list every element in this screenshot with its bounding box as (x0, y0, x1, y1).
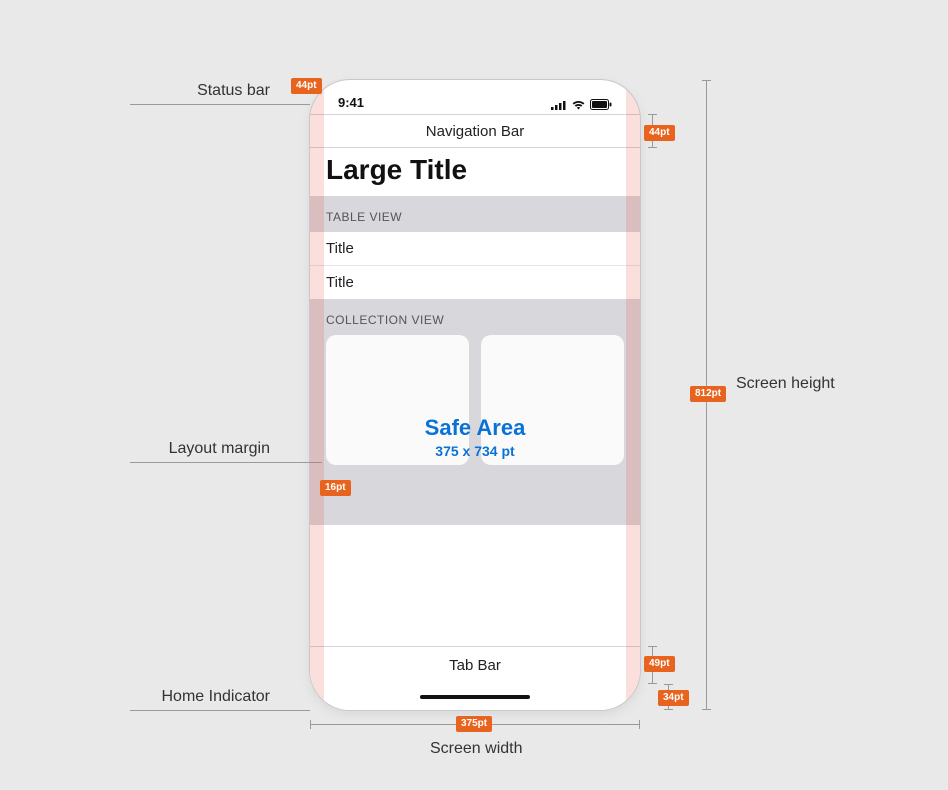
leader-home-indicator (130, 710, 310, 711)
table-view: Title Title (310, 232, 640, 299)
layout-margin-right (626, 80, 640, 710)
badge-layout-margin: 16pt (320, 480, 351, 496)
home-indicator-pill[interactable] (420, 695, 530, 699)
badge-status-bar-height: 44pt (291, 78, 322, 94)
annotation-screen-height: Screen height (736, 375, 836, 393)
navigation-bar-title: Navigation Bar (426, 123, 524, 140)
badge-nav-bar-height: 44pt (644, 125, 675, 141)
status-time: 9:41 (338, 95, 364, 110)
collection-card[interactable] (481, 335, 624, 465)
annotation-status-bar: Status bar (130, 82, 270, 100)
navigation-bar: Navigation Bar (310, 114, 640, 148)
status-icons (551, 99, 612, 110)
tab-bar-title: Tab Bar (449, 657, 501, 674)
annotation-home-indicator: Home Indicator (130, 688, 270, 706)
battery-icon (590, 99, 612, 110)
collection-view (310, 335, 640, 465)
leader-status-bar (130, 104, 310, 105)
leader-layout-margin (130, 462, 322, 463)
wifi-icon (571, 99, 586, 110)
phone-frame: 9:41 Navigation Bar Large Title TABLE VI… (310, 80, 640, 710)
badge-screen-height: 812pt (690, 386, 726, 402)
table-view-header: TABLE VIEW (310, 196, 640, 232)
badge-home-indicator-height: 34pt (658, 690, 689, 706)
cellular-icon (551, 100, 567, 110)
table-row[interactable]: Title (310, 266, 640, 299)
collection-card[interactable] (326, 335, 469, 465)
tab-bar: Tab Bar (310, 646, 640, 684)
table-row[interactable]: Title (310, 232, 640, 266)
status-bar: 9:41 (310, 80, 640, 114)
collection-view-header: COLLECTION VIEW (310, 299, 640, 335)
home-indicator-area (310, 684, 640, 710)
large-title: Large Title (310, 148, 640, 196)
badge-screen-width: 375pt (456, 716, 492, 732)
content-area: TABLE VIEW Title Title COLLECTION VIEW (310, 196, 640, 525)
annotation-screen-width: Screen width (430, 740, 523, 758)
layout-margin-left (310, 80, 324, 710)
annotation-layout-margin: Layout margin (130, 440, 270, 458)
badge-tab-bar-height: 49pt (644, 656, 675, 672)
